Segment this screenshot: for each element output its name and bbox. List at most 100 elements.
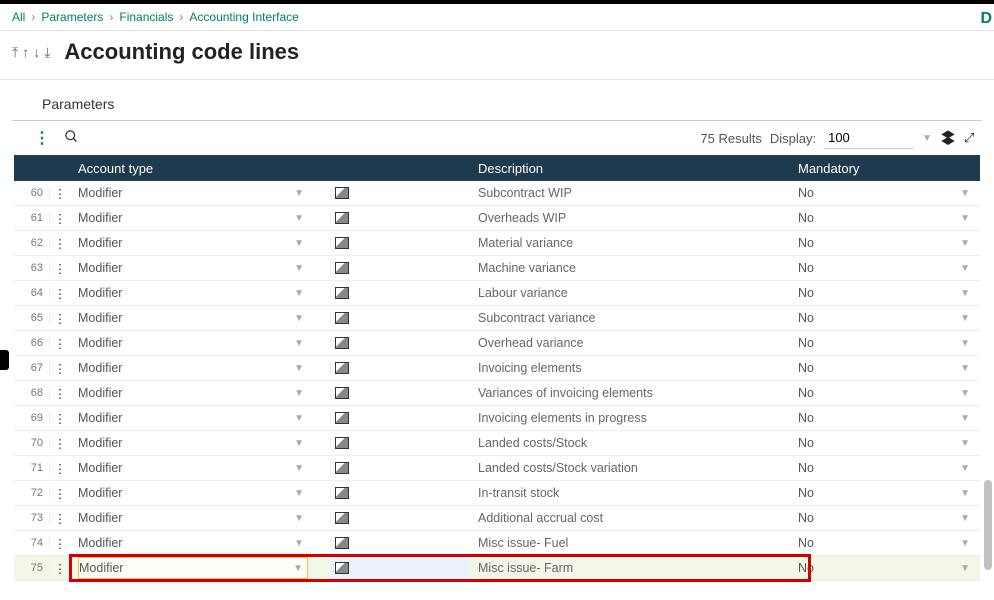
row-menu-icon[interactable]: ⋮ bbox=[50, 336, 70, 351]
layers-icon[interactable] bbox=[940, 129, 956, 148]
dropdown-icon[interactable]: ▼ bbox=[294, 463, 304, 474]
mandatory-cell[interactable]: No▼ bbox=[790, 436, 970, 450]
mandatory-cell[interactable]: No▼ bbox=[790, 286, 970, 300]
table-row[interactable]: 62⋮Modifier▼Material varianceNo▼ bbox=[14, 231, 980, 256]
table-row[interactable]: 74⋮Modifier▼Misc issue- FuelNo▼ bbox=[14, 531, 980, 556]
description-cell[interactable]: Variances of invoicing elements bbox=[470, 386, 790, 400]
table-row[interactable]: 66⋮Modifier▼Overhead varianceNo▼ bbox=[14, 331, 980, 356]
search-icon[interactable] bbox=[64, 129, 79, 147]
dropdown-icon[interactable]: ▼ bbox=[294, 438, 304, 449]
lookup-icon[interactable] bbox=[335, 312, 349, 324]
account-type-cell[interactable]: Modifier▼ bbox=[78, 411, 308, 425]
row-menu-icon[interactable]: ⋮ bbox=[50, 486, 70, 501]
table-row[interactable]: 64⋮Modifier▼Labour varianceNo▼ bbox=[14, 281, 980, 306]
row-menu-icon[interactable]: ⋮ bbox=[50, 261, 70, 276]
dropdown-icon[interactable]: ▼ bbox=[960, 338, 970, 349]
mandatory-cell[interactable]: No▼ bbox=[790, 236, 970, 250]
breadcrumb-financials[interactable]: Financials bbox=[119, 10, 173, 24]
account-type-cell[interactable]: Modifier▼ bbox=[78, 286, 308, 300]
mandatory-cell[interactable]: No▼ bbox=[790, 461, 970, 475]
col-account-type[interactable]: Account type bbox=[70, 161, 308, 176]
dropdown-icon[interactable]: ▼ bbox=[960, 463, 970, 474]
breadcrumb-all[interactable]: All bbox=[12, 10, 25, 24]
display-dropdown-icon[interactable]: ▼ bbox=[922, 133, 932, 144]
mandatory-cell[interactable]: No▼ bbox=[790, 561, 970, 575]
dropdown-icon[interactable]: ▼ bbox=[294, 313, 304, 324]
description-cell[interactable]: Labour variance bbox=[470, 286, 790, 300]
dropdown-icon[interactable]: ▼ bbox=[293, 563, 303, 574]
account-type-cell[interactable]: Modifier▼ bbox=[78, 536, 308, 550]
table-row[interactable]: 71⋮Modifier▼Landed costs/Stock variation… bbox=[14, 456, 980, 481]
description-cell[interactable]: Subcontract WIP bbox=[470, 186, 790, 200]
row-menu-icon[interactable]: ⋮ bbox=[50, 536, 70, 551]
prev-record-icon[interactable]: ↑ bbox=[22, 44, 29, 61]
table-row[interactable]: 61⋮Modifier▼Overheads WIPNo▼ bbox=[14, 206, 980, 231]
description-cell[interactable]: Landed costs/Stock bbox=[470, 436, 790, 450]
col-mandatory[interactable]: Mandatory bbox=[790, 161, 970, 176]
lookup-icon[interactable] bbox=[335, 337, 349, 349]
row-menu-icon[interactable]: ⋮ bbox=[50, 411, 70, 426]
dropdown-icon[interactable]: ▼ bbox=[294, 538, 304, 549]
lookup-icon[interactable] bbox=[335, 562, 349, 574]
dropdown-icon[interactable]: ▼ bbox=[294, 288, 304, 299]
description-cell[interactable]: Subcontract variance bbox=[470, 311, 790, 325]
lookup-icon[interactable] bbox=[335, 187, 349, 199]
breadcrumb-parameters[interactable]: Parameters bbox=[41, 10, 103, 24]
account-type-cell[interactable]: Modifier▼ bbox=[78, 461, 308, 475]
dropdown-icon[interactable]: ▼ bbox=[294, 338, 304, 349]
description-cell[interactable]: Additional accrual cost bbox=[470, 511, 790, 525]
mandatory-cell[interactable]: No▼ bbox=[790, 386, 970, 400]
row-menu-icon[interactable]: ⋮ bbox=[50, 461, 70, 476]
table-row[interactable]: 73⋮Modifier▼Additional accrual costNo▼ bbox=[14, 506, 980, 531]
description-cell[interactable]: Misc issue- Farm bbox=[470, 561, 790, 575]
account-type-cell[interactable]: Modifier▼ bbox=[78, 336, 308, 350]
mandatory-cell[interactable]: No▼ bbox=[790, 411, 970, 425]
breadcrumb-accounting-interface[interactable]: Accounting Interface bbox=[189, 10, 298, 24]
expand-icon[interactable]: ⤢ bbox=[964, 130, 980, 146]
mandatory-cell[interactable]: No▼ bbox=[790, 261, 970, 275]
row-menu-icon[interactable]: ⋮ bbox=[50, 386, 70, 401]
table-row[interactable]: 65⋮Modifier▼Subcontract varianceNo▼ bbox=[14, 306, 980, 331]
table-row[interactable]: 75⋮Modifier▼Misc issue- FarmNo▼ bbox=[14, 556, 980, 581]
grid-actions-menu[interactable]: ⋮ bbox=[34, 128, 50, 148]
row-menu-icon[interactable]: ⋮ bbox=[50, 286, 70, 301]
mandatory-cell[interactable]: No▼ bbox=[790, 211, 970, 225]
dropdown-icon[interactable]: ▼ bbox=[294, 213, 304, 224]
mandatory-cell[interactable]: No▼ bbox=[790, 186, 970, 200]
col-description[interactable]: Description bbox=[470, 161, 790, 176]
dropdown-icon[interactable]: ▼ bbox=[294, 363, 304, 374]
account-type-cell[interactable]: Modifier▼ bbox=[78, 486, 308, 500]
lookup-icon[interactable] bbox=[335, 462, 349, 474]
account-type-cell[interactable]: Modifier▼ bbox=[78, 186, 308, 200]
table-row[interactable]: 72⋮Modifier▼In-transit stockNo▼ bbox=[14, 481, 980, 506]
lookup-icon[interactable] bbox=[335, 387, 349, 399]
dropdown-icon[interactable]: ▼ bbox=[960, 188, 970, 199]
description-cell[interactable]: Misc issue- Fuel bbox=[470, 536, 790, 550]
mandatory-cell[interactable]: No▼ bbox=[790, 311, 970, 325]
grid-body[interactable]: 60⋮Modifier▼Subcontract WIPNo▼61⋮Modifie… bbox=[14, 181, 980, 585]
side-panel-handle[interactable] bbox=[0, 350, 9, 370]
mandatory-cell[interactable]: No▼ bbox=[790, 536, 970, 550]
lookup-icon[interactable] bbox=[335, 437, 349, 449]
account-type-cell[interactable]: Modifier▼ bbox=[78, 386, 308, 400]
dropdown-icon[interactable]: ▼ bbox=[294, 388, 304, 399]
row-menu-icon[interactable]: ⋮ bbox=[50, 436, 70, 451]
last-record-icon[interactable]: ⤓ bbox=[44, 44, 50, 61]
next-record-icon[interactable]: ↓ bbox=[33, 44, 40, 61]
account-type-cell[interactable]: Modifier▼ bbox=[78, 261, 308, 275]
lookup-icon[interactable] bbox=[335, 487, 349, 499]
scrollbar-thumb[interactable] bbox=[984, 480, 992, 570]
dropdown-icon[interactable]: ▼ bbox=[960, 313, 970, 324]
table-row[interactable]: 68⋮Modifier▼Variances of invoicing eleme… bbox=[14, 381, 980, 406]
description-cell[interactable]: Invoicing elements in progress bbox=[470, 411, 790, 425]
dropdown-icon[interactable]: ▼ bbox=[960, 238, 970, 249]
dropdown-icon[interactable]: ▼ bbox=[960, 538, 970, 549]
dropdown-icon[interactable]: ▼ bbox=[294, 263, 304, 274]
description-cell[interactable]: In-transit stock bbox=[470, 486, 790, 500]
dropdown-icon[interactable]: ▼ bbox=[294, 413, 304, 424]
dropdown-icon[interactable]: ▼ bbox=[960, 363, 970, 374]
dropdown-icon[interactable]: ▼ bbox=[960, 513, 970, 524]
dropdown-icon[interactable]: ▼ bbox=[294, 488, 304, 499]
table-row[interactable]: 70⋮Modifier▼Landed costs/StockNo▼ bbox=[14, 431, 980, 456]
mandatory-cell[interactable]: No▼ bbox=[790, 511, 970, 525]
